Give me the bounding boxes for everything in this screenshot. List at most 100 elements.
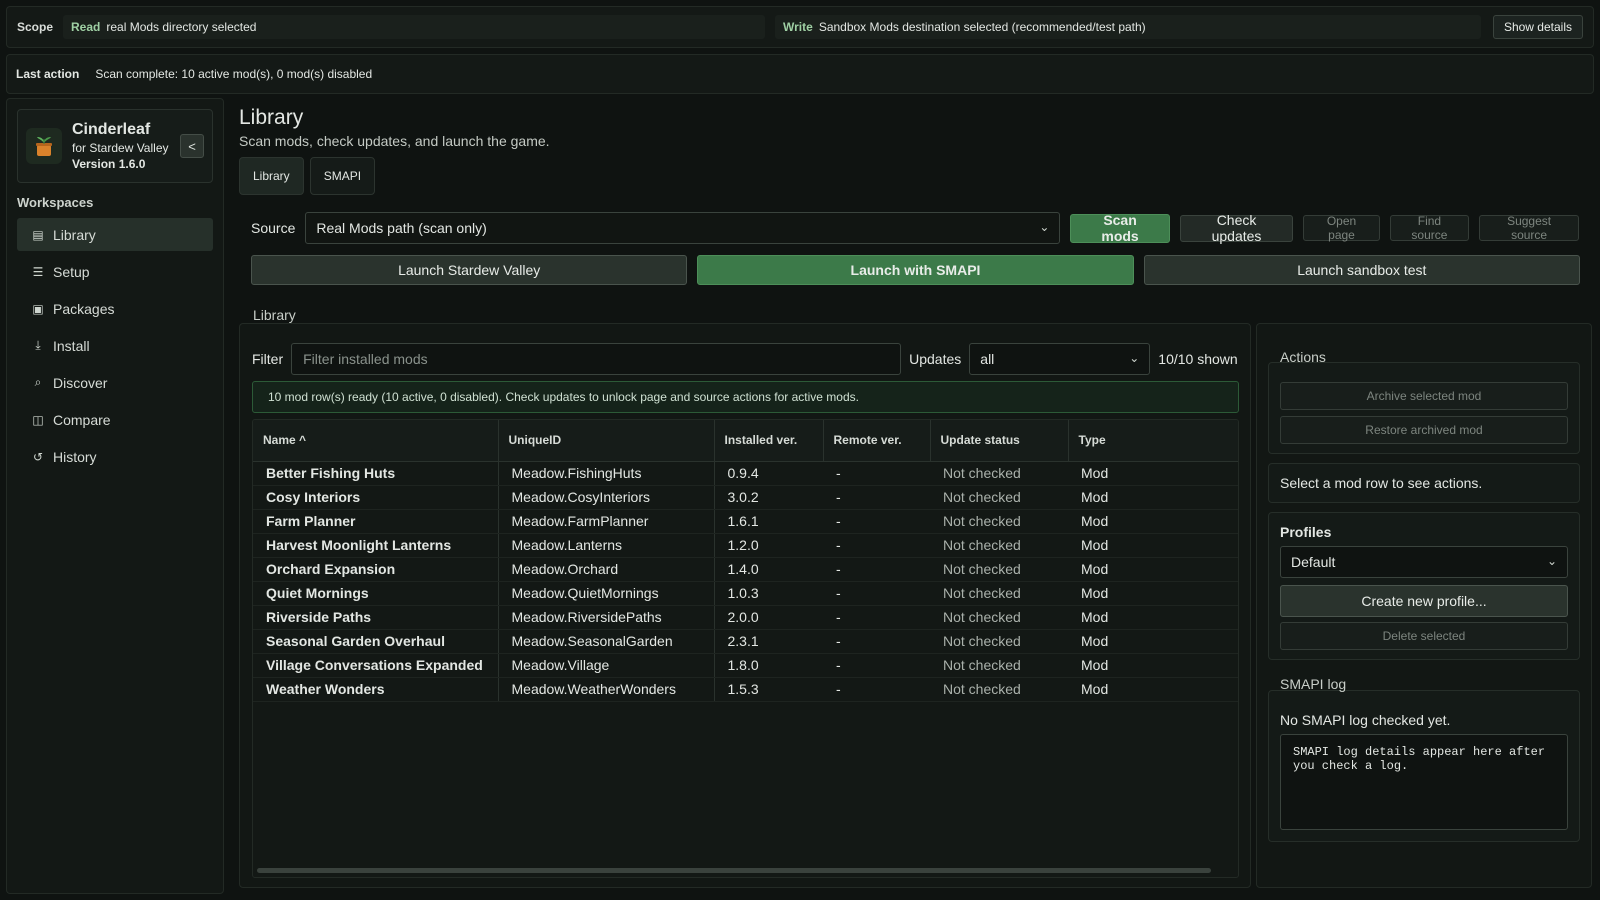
cell-status: Not checked bbox=[930, 509, 1068, 534]
last-action-label: Last action bbox=[16, 67, 80, 81]
chevron-down-icon: ⌄ bbox=[1546, 554, 1557, 568]
table-row[interactable]: Riverside Paths Meadow.RiversidePaths 2.… bbox=[253, 605, 1238, 630]
cell-name: Orchard Expansion bbox=[253, 557, 499, 582]
mods-table: Name ^ UniqueID Installed ver. Remote ve… bbox=[252, 419, 1239, 878]
delete-profile-button[interactable]: Delete selected bbox=[1280, 622, 1568, 650]
sidebar-item-label: Compare bbox=[53, 411, 111, 428]
table-row[interactable]: Farm Planner Meadow.FarmPlanner 1.6.1 - … bbox=[253, 509, 1238, 534]
cell-status: Not checked bbox=[930, 533, 1068, 558]
suggest-source-button[interactable]: Suggest source bbox=[1479, 214, 1579, 242]
sidebar-item-compare[interactable]: ◫ Compare bbox=[17, 403, 213, 436]
last-action-bar: Last action Scan complete: 10 active mod… bbox=[6, 54, 1594, 94]
cell-type: Mod bbox=[1068, 461, 1238, 486]
updates-select[interactable]: all ⌄ bbox=[969, 343, 1151, 375]
install-icon: ⤓ bbox=[35, 338, 41, 352]
sidebar-item-library[interactable]: ▤ Library bbox=[17, 218, 213, 251]
last-action-text: Scan complete: 10 active mod(s), 0 mod(s… bbox=[95, 67, 373, 81]
cell-uniqueid: Meadow.Orchard bbox=[498, 557, 715, 582]
column-header-status[interactable]: Update status bbox=[930, 420, 1069, 462]
cell-uniqueid: Meadow.RiversidePaths bbox=[498, 605, 715, 630]
collapse-sidebar-button[interactable]: < bbox=[180, 134, 204, 158]
smapi-log-details[interactable]: SMAPI log details appear here after you … bbox=[1280, 734, 1568, 830]
smapi-log-legend: SMAPI log bbox=[1280, 676, 1347, 692]
sidebar-item-discover[interactable]: ⌕ Discover bbox=[17, 366, 213, 399]
table-row[interactable]: Quiet Mornings Meadow.QuietMornings 1.0.… bbox=[253, 581, 1238, 606]
check-updates-button[interactable]: Check updates bbox=[1179, 212, 1294, 244]
cell-installed: 1.4.0 bbox=[714, 557, 823, 582]
filter-input[interactable] bbox=[291, 343, 902, 375]
cell-type: Mod bbox=[1068, 485, 1238, 510]
packages-icon: ▣ bbox=[32, 301, 44, 316]
cell-status: Not checked bbox=[930, 653, 1068, 678]
column-header-name[interactable]: Name ^ bbox=[253, 420, 499, 462]
launch-stardew-button[interactable]: Launch Stardew Valley bbox=[251, 255, 688, 285]
scope-label: Scope bbox=[17, 20, 54, 34]
cell-status: Not checked bbox=[930, 605, 1068, 630]
tab-smapi[interactable]: SMAPI bbox=[309, 157, 376, 195]
scope-bar: Scope Read real Mods directory selected … bbox=[6, 6, 1594, 48]
cell-installed: 1.6.1 bbox=[714, 509, 823, 534]
table-header-row: Name ^ UniqueID Installed ver. Remote ve… bbox=[253, 420, 1238, 462]
sidebar-item-label: Discover bbox=[53, 374, 108, 391]
horizontal-scrollbar[interactable] bbox=[257, 868, 1211, 873]
sidebar-item-label: Setup bbox=[53, 263, 90, 280]
sidebar-item-history[interactable]: ↺ History bbox=[17, 440, 213, 473]
app-title: Cinderleaf bbox=[72, 121, 151, 138]
cell-installed: 1.8.0 bbox=[714, 653, 823, 678]
restore-archived-button[interactable]: Restore archived mod bbox=[1280, 416, 1568, 444]
cell-status: Not checked bbox=[930, 629, 1068, 654]
launch-smapi-button[interactable]: Launch with SMAPI bbox=[697, 255, 1134, 285]
cell-name: Cosy Interiors bbox=[253, 485, 499, 510]
cell-type: Mod bbox=[1068, 557, 1238, 582]
cell-uniqueid: Meadow.CosyInteriors bbox=[498, 485, 715, 510]
table-row[interactable]: Harvest Moonlight Lanterns Meadow.Lanter… bbox=[253, 533, 1238, 558]
sidebar-item-packages[interactable]: ▣ Packages bbox=[17, 292, 213, 325]
scope-read-key: Read bbox=[71, 20, 101, 34]
scope-write-field: Write Sandbox Mods destination selected … bbox=[775, 15, 1482, 39]
archive-selected-button[interactable]: Archive selected mod bbox=[1280, 382, 1568, 410]
shown-count: 10/10 shown bbox=[1158, 351, 1238, 367]
sidebar-item-install[interactable]: ⤓ Install bbox=[17, 329, 213, 362]
column-header-type[interactable]: Type bbox=[1068, 420, 1238, 462]
cell-name: Better Fishing Huts bbox=[253, 461, 499, 486]
cell-status: Not checked bbox=[930, 581, 1068, 606]
find-source-button[interactable]: Find source bbox=[1389, 214, 1470, 242]
create-profile-button[interactable]: Create new profile... bbox=[1280, 585, 1568, 617]
table-row[interactable]: Village Conversations Expanded Meadow.Vi… bbox=[253, 653, 1238, 678]
table-row[interactable]: Weather Wonders Meadow.WeatherWonders 1.… bbox=[253, 677, 1238, 702]
workspaces-title: Workspaces bbox=[17, 195, 94, 210]
show-details-button[interactable]: Show details bbox=[1492, 15, 1583, 39]
updates-select-value: all bbox=[980, 351, 995, 367]
column-header-remote[interactable]: Remote ver. bbox=[823, 420, 931, 462]
library-legend: Library bbox=[253, 307, 296, 323]
column-header-uniqueid[interactable]: UniqueID bbox=[498, 420, 715, 462]
sidebar-item-setup[interactable]: ☰ Setup bbox=[17, 255, 213, 288]
table-row[interactable]: Orchard Expansion Meadow.Orchard 1.4.0 -… bbox=[253, 557, 1238, 582]
source-label: Source bbox=[251, 220, 296, 236]
table-row[interactable]: Better Fishing Huts Meadow.FishingHuts 0… bbox=[253, 461, 1238, 486]
app-version: Version 1.6.0 bbox=[72, 157, 146, 171]
sidebar: Cinderleaf for Stardew Valley Version 1.… bbox=[6, 98, 224, 894]
table-row[interactable]: Seasonal Garden Overhaul Meadow.Seasonal… bbox=[253, 629, 1238, 654]
cell-name: Farm Planner bbox=[253, 509, 499, 534]
table-row[interactable]: Cosy Interiors Meadow.CosyInteriors 3.0.… bbox=[253, 485, 1238, 510]
cell-installed: 0.9.4 bbox=[714, 461, 823, 486]
cell-remote: - bbox=[823, 605, 930, 630]
cell-installed: 2.0.0 bbox=[714, 605, 823, 630]
scope-read-value: real Mods directory selected bbox=[106, 20, 257, 34]
tab-library[interactable]: Library bbox=[239, 157, 304, 195]
cell-name: Riverside Paths bbox=[253, 605, 499, 630]
scope-write-value: Sandbox Mods destination selected (recom… bbox=[818, 20, 1146, 34]
cell-name: Weather Wonders bbox=[253, 677, 499, 702]
sidebar-item-label: Packages bbox=[53, 300, 115, 317]
profile-select[interactable]: Default ⌄ bbox=[1280, 546, 1568, 578]
updates-label: Updates bbox=[909, 351, 962, 367]
brand-text: Cinderleaf for Stardew Valley Version 1.… bbox=[72, 121, 169, 171]
open-page-button[interactable]: Open page bbox=[1303, 214, 1380, 242]
scan-mods-button[interactable]: Scan mods bbox=[1070, 212, 1170, 244]
actions-hint: Select a mod row to see actions. bbox=[1280, 475, 1483, 491]
source-select[interactable]: Real Mods path (scan only) ⌄ bbox=[305, 212, 1061, 244]
launch-sandbox-button[interactable]: Launch sandbox test bbox=[1143, 255, 1580, 285]
cell-name: Village Conversations Expanded bbox=[253, 653, 499, 678]
column-header-installed[interactable]: Installed ver. bbox=[714, 420, 824, 462]
